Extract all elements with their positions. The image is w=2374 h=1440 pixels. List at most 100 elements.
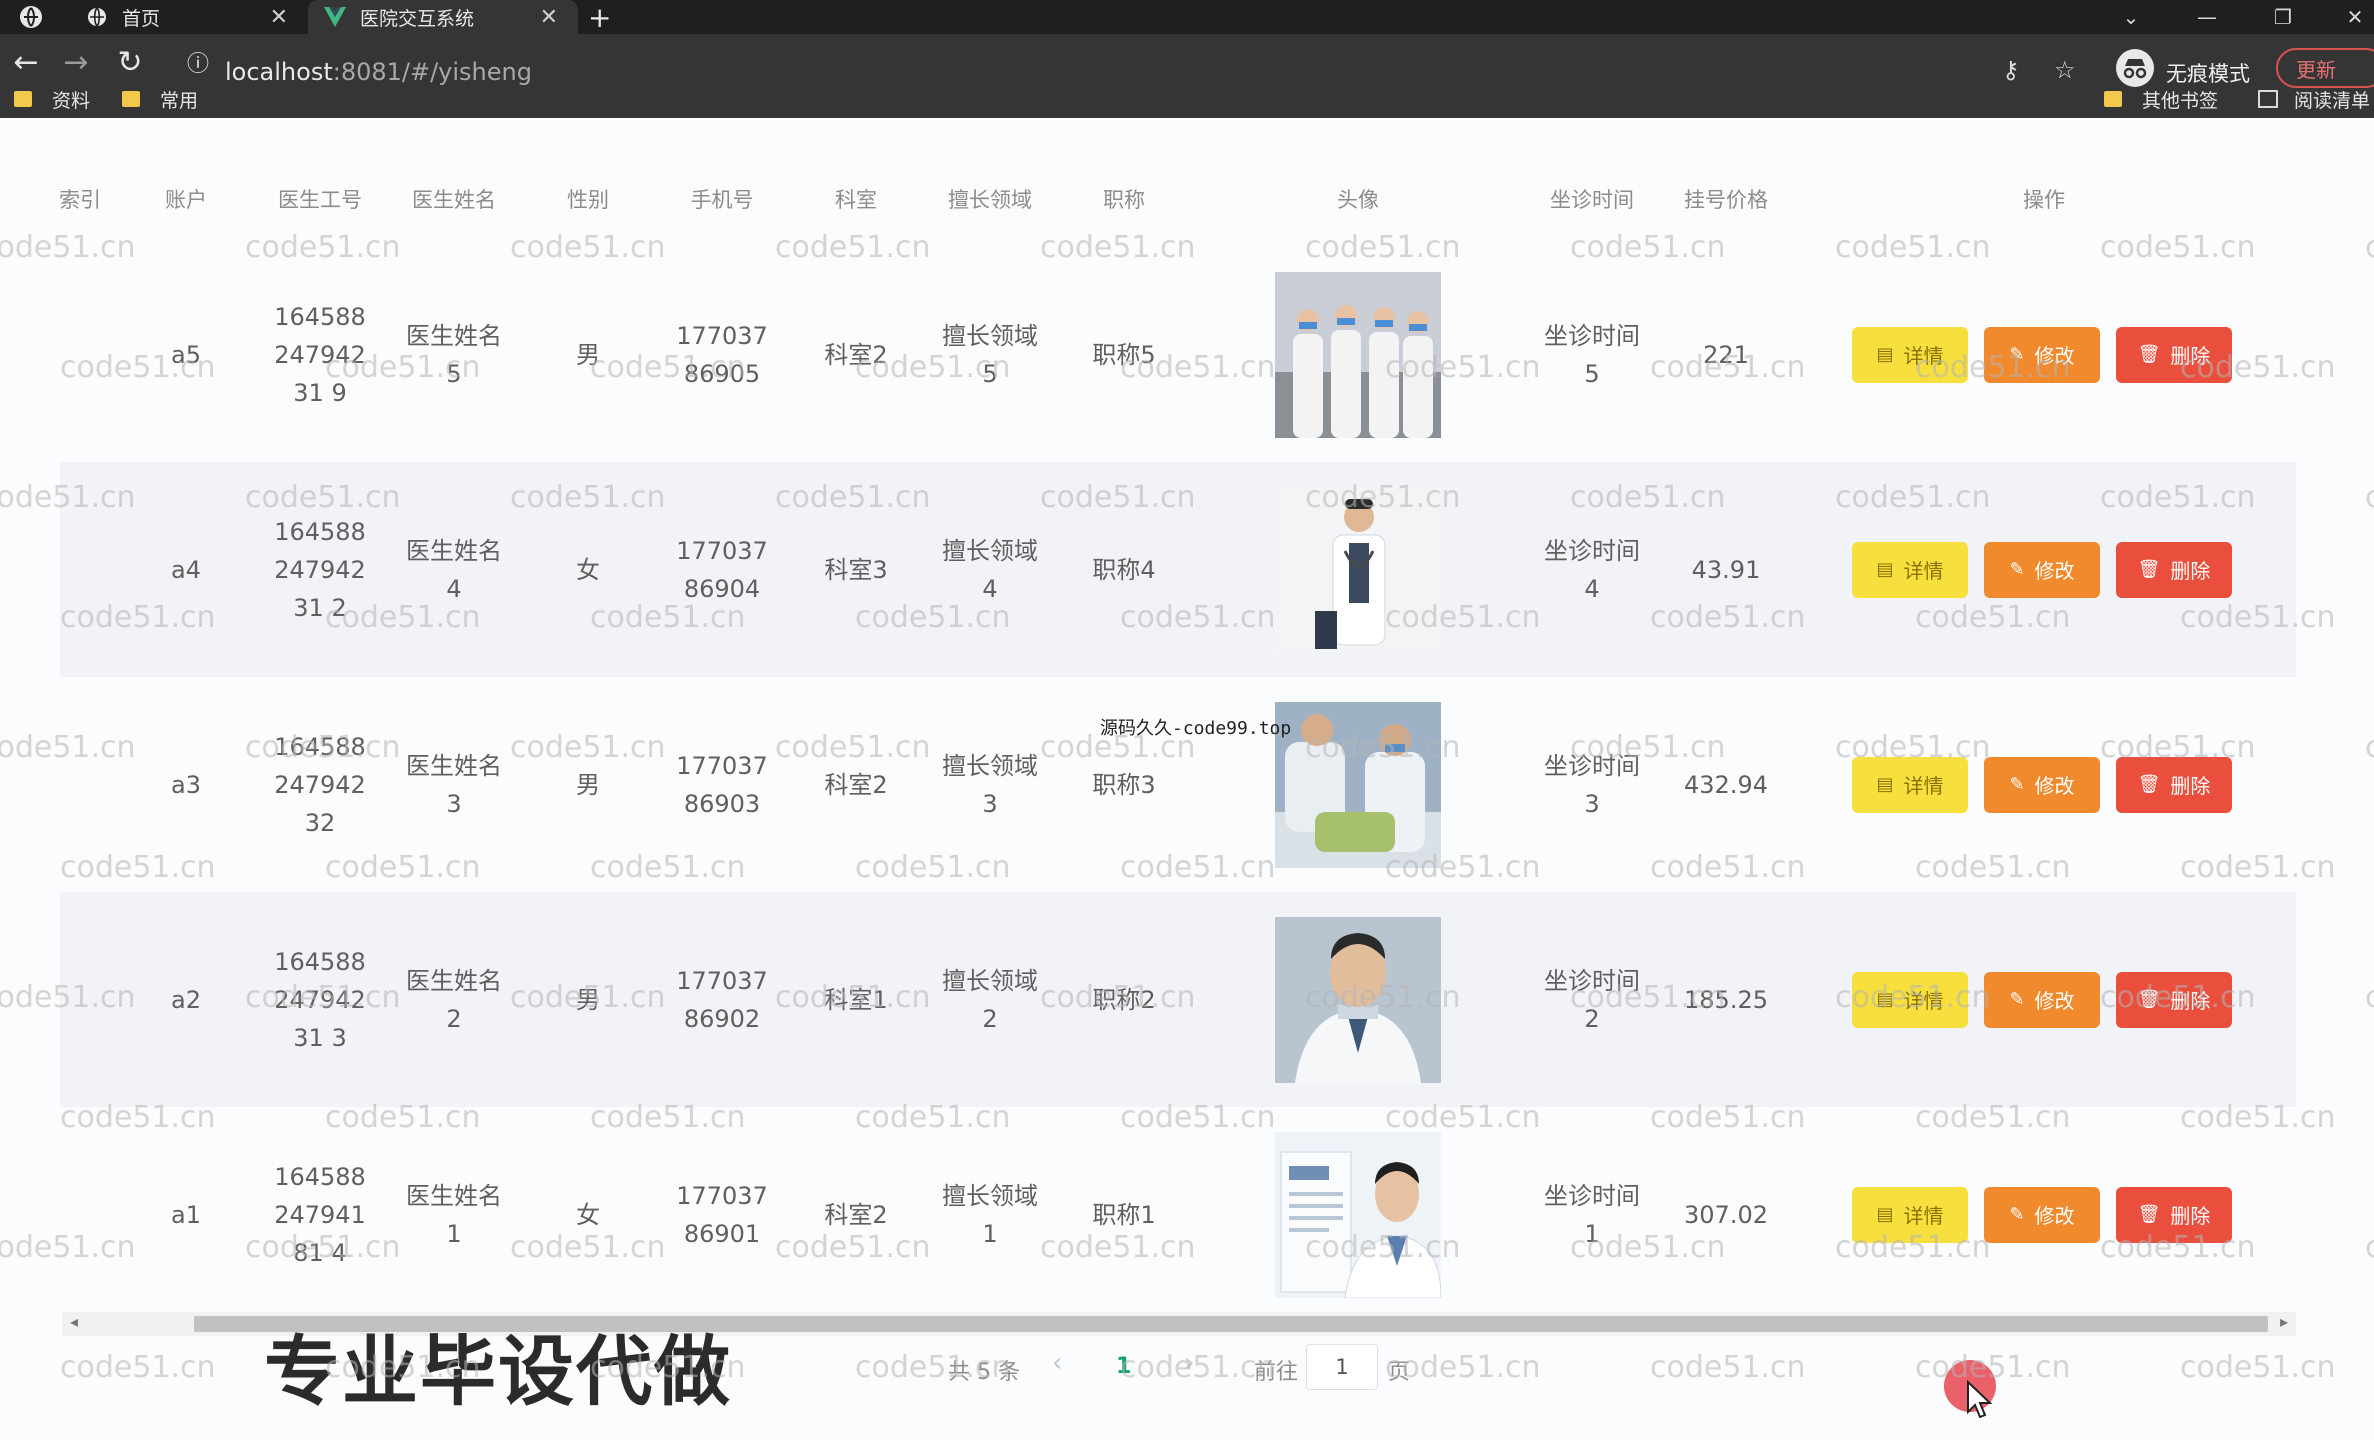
watermark-text: code51.cn (2180, 600, 2336, 635)
browser-menu-icon[interactable] (18, 0, 48, 34)
trash-icon: 🗑 (2137, 774, 2161, 795)
watermark-text: code51.cn (2180, 350, 2336, 385)
reading-list-label: 阅读清单 (2294, 89, 2371, 112)
watermark-text: code51.cn (1570, 1230, 1726, 1265)
cell-account: a4 (171, 555, 201, 584)
column-header-title: 职称 (1103, 188, 1145, 212)
watermark-text: code51.cn (775, 230, 931, 265)
cell-specialty: 擅长领域1 (942, 1181, 1038, 1248)
column-header-name: 医生姓名 (412, 188, 496, 212)
watermark-text: code51.cn (1385, 350, 1541, 385)
detail-label: 详情 (1903, 559, 1944, 583)
trash-icon: 🗑 (2137, 1204, 2161, 1225)
watermark-text: code51.cn (1570, 230, 1726, 265)
watermark-text: code51.cn (1385, 1100, 1541, 1135)
scroll-right-arrow-icon[interactable]: ▸ (2280, 1312, 2288, 1331)
watermark-text: code51.cn (325, 1350, 481, 1385)
tab-hospital-system-label: 医院交互系统 (360, 7, 475, 30)
tab-bar: 首页 ✕ 医院交互系统 ✕ + ⌄ — ❐ ✕ (0, 0, 2374, 34)
star-bookmark-icon[interactable]: ☆ (2054, 56, 2076, 84)
avatar (1275, 1131, 1441, 1298)
edit-label: 修改 (2034, 774, 2075, 798)
reading-list[interactable]: 阅读清单 (2258, 85, 2370, 113)
cell-name: 医生姓名4 (406, 536, 502, 603)
watermark-text: code51.cn (1650, 350, 1806, 385)
watermark-text: code51.cn (1040, 980, 1196, 1015)
back-arrow-icon[interactable]: ← (6, 42, 46, 82)
watermark-text: code51.cn (60, 850, 216, 885)
column-header-price: 挂号价格 (1684, 188, 1768, 212)
tab-hospital-system[interactable]: 医院交互系统 ✕ (308, 0, 578, 34)
watermark-text: code51.cn (325, 350, 481, 385)
cell-gender: 女 (576, 555, 600, 584)
prev-page-button[interactable]: ‹ (1052, 1348, 1062, 1378)
address-bar[interactable]: localhost:8081/#/yisheng (225, 58, 532, 86)
watermark-text: code51.cn (1305, 730, 1461, 765)
delete-button[interactable]: 🗑 删除 (2116, 541, 2232, 598)
reload-icon[interactable]: ↻ (110, 42, 150, 82)
watermark-text: code51.cn (590, 850, 746, 885)
edit-label: 修改 (2034, 559, 2075, 583)
close-icon[interactable]: ✕ (540, 5, 558, 30)
watermark-text: code51.cn (2100, 480, 2256, 515)
site-info-icon[interactable]: ⓘ (178, 42, 218, 82)
cell-name: 医生姓名1 (406, 1181, 502, 1248)
watermark-text: code51.cn (1120, 850, 1276, 885)
watermark-text: code51.cn (1915, 1350, 2071, 1385)
cell-dept: 科室3 (824, 555, 888, 584)
watermark-text: code51.cn (2180, 1100, 2336, 1135)
bookmark-label: 常用 (160, 89, 199, 112)
edit-button[interactable]: ✎ 修改 (1984, 971, 2100, 1028)
watermark-text: code51.cn (855, 1350, 1011, 1385)
watermark-text: code51.cn (510, 1230, 666, 1265)
watermark-text: code51.cn (1040, 480, 1196, 515)
scroll-left-arrow-icon[interactable]: ◂ (70, 1312, 78, 1331)
edit-button[interactable]: ✎ 修改 (1984, 756, 2100, 813)
cell-specialty: 擅长领域4 (942, 536, 1038, 603)
watermark-text: code51.cn (325, 850, 481, 885)
window-close-icon[interactable]: ✕ (2330, 0, 2374, 34)
cell-dept: 科室2 (824, 770, 888, 799)
watermark-text: code51.cn (775, 980, 931, 1015)
watermark-text: code51.cn (1120, 1350, 1276, 1385)
detail-button[interactable]: ▤ 详情 (1852, 541, 1968, 598)
restore-icon[interactable]: ❐ (2258, 0, 2308, 34)
watermark-text: code51.cn (1385, 1350, 1541, 1385)
watermark-text: code51.cn (590, 1350, 746, 1385)
cell-specialty: 擅长领域2 (942, 966, 1038, 1033)
watermark-text: code51.cn (0, 230, 136, 265)
folder-icon (14, 91, 32, 107)
bookmark-folder-ziliao[interactable]: 资料 (14, 85, 90, 113)
other-bookmarks[interactable]: 其他书签 (2104, 85, 2218, 113)
cell-title: 职称1 (1092, 1200, 1156, 1229)
cell-time: 坐诊时间4 (1544, 536, 1640, 603)
tab-home-label: 首页 (122, 7, 161, 30)
edit-button[interactable]: ✎ 修改 (1984, 1186, 2100, 1243)
watermark-text: code51.cn (1570, 730, 1726, 765)
edit-button[interactable]: ✎ 修改 (1984, 541, 2100, 598)
bookmark-folder-changyong[interactable]: 常用 (122, 85, 198, 113)
update-button[interactable]: 更新 (2276, 48, 2374, 88)
watermark-text: code51.cn (1650, 600, 1806, 635)
watermark-text: code51.cn (510, 480, 666, 515)
browser-toolbar: ← → ↻ ⓘ localhost:8081/#/yisheng ⚷ ☆ 无痕模… (0, 34, 2374, 118)
table-row: a1 16458824794181 4 医生姓名1 女 17703786901 … (60, 1107, 2296, 1322)
key-icon[interactable]: ⚷ (2002, 56, 2020, 84)
column-header-dept: 科室 (835, 188, 877, 212)
watermark-text: code51.cn (245, 230, 401, 265)
tab-search-chevron-icon[interactable]: ⌄ (2106, 0, 2156, 34)
close-icon[interactable]: ✕ (270, 5, 288, 30)
forward-arrow-icon[interactable]: → (56, 42, 96, 82)
minimize-icon[interactable]: — (2182, 0, 2232, 34)
watermark-text: code51.cn (775, 730, 931, 765)
delete-label: 删除 (2170, 1204, 2211, 1228)
column-header-avatar: 头像 (1337, 188, 1379, 212)
new-tab-button[interactable]: + (588, 0, 628, 34)
watermark-text: code51.cn (1650, 1350, 1806, 1385)
cell-time: 坐诊时间5 (1544, 321, 1640, 388)
trash-icon: 🗑 (2137, 559, 2161, 580)
watermark-text: code51.cn (1915, 1100, 2071, 1135)
tab-home[interactable]: 首页 ✕ (58, 0, 308, 34)
pencil-icon: ✎ (2009, 989, 2025, 1010)
page-jump-input[interactable]: 1 (1306, 1344, 1378, 1390)
